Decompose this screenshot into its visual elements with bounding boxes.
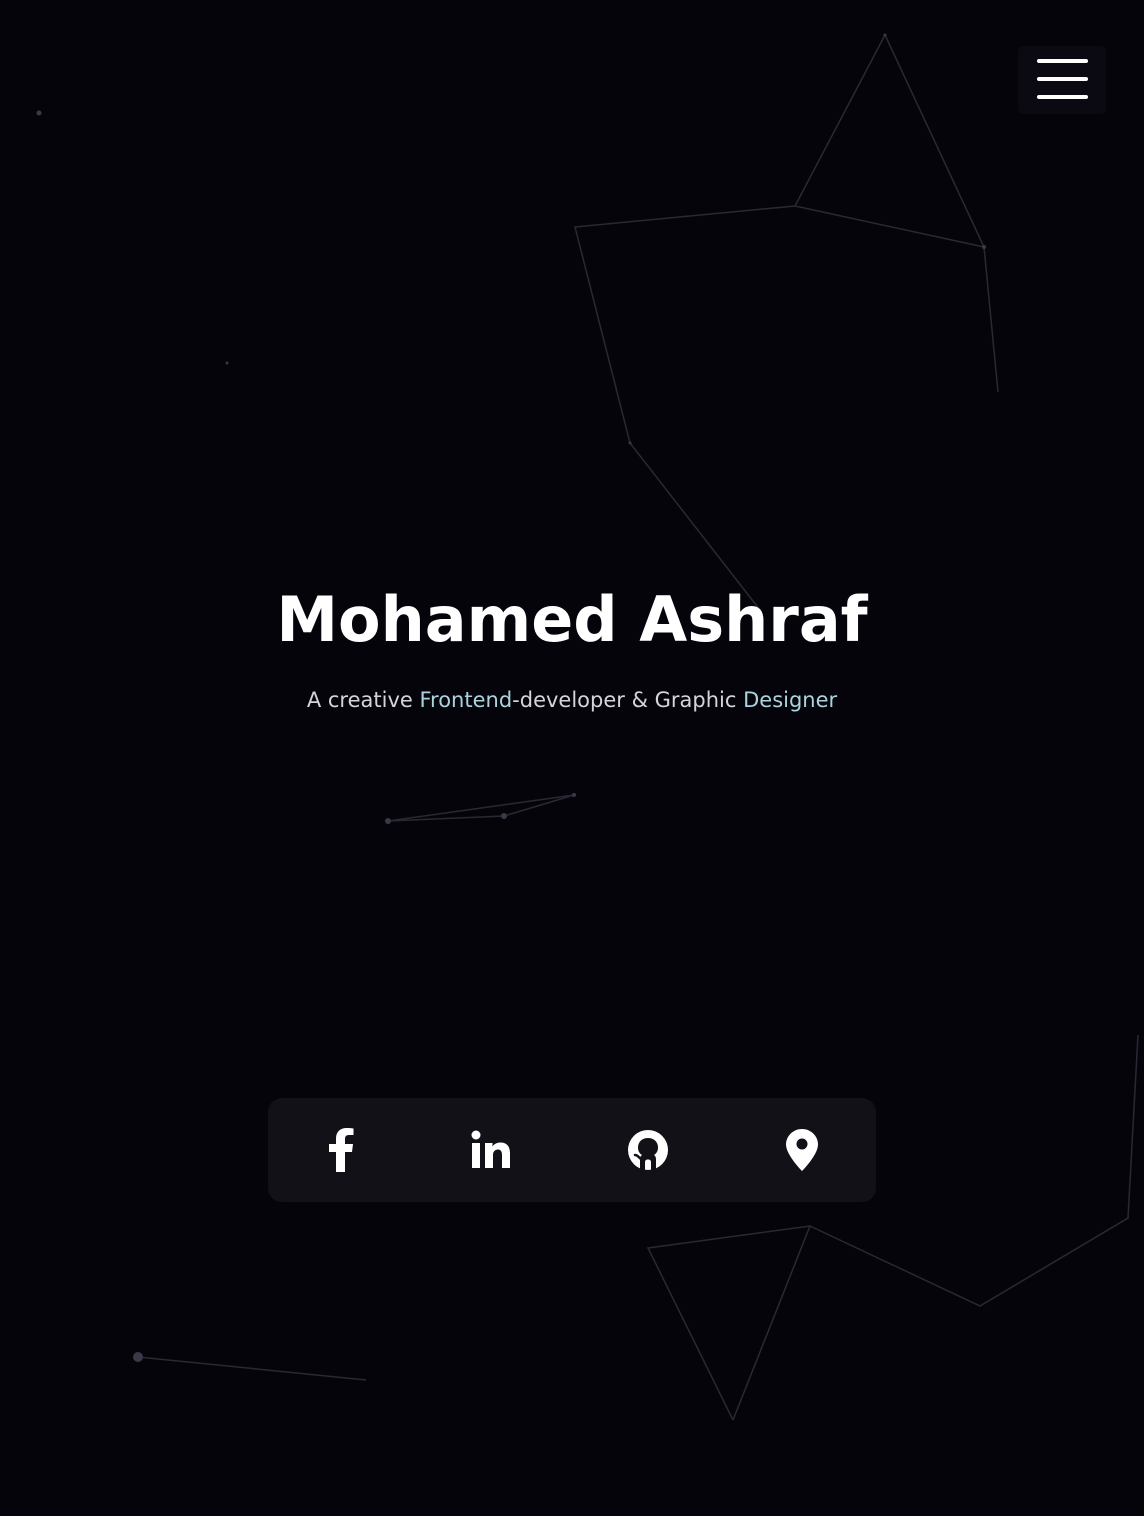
location-link[interactable]: [774, 1122, 830, 1178]
particle-network-background: [36, 33, 1139, 1421]
hero-section: Mohamed Ashraf A creative Frontend-devel…: [0, 580, 1144, 712]
linkedin-link[interactable]: [463, 1122, 519, 1178]
subtitle-prefix: A creative: [306, 688, 420, 712]
hamburger-menu-icon: [1037, 95, 1088, 99]
menu-button[interactable]: [1018, 46, 1106, 114]
facebook-icon: [329, 1128, 354, 1172]
subtitle-accent-designer: Designer: [743, 688, 838, 712]
location-pin-icon: [786, 1129, 818, 1171]
hero-subtitle: A creative Frontend-developer & Graphic …: [0, 688, 1144, 712]
hamburger-menu-icon: [1037, 59, 1088, 63]
subtitle-middle: -developer & Graphic: [512, 688, 744, 712]
github-link[interactable]: [620, 1122, 676, 1178]
social-links-bar: [268, 1098, 876, 1202]
facebook-link[interactable]: [313, 1122, 369, 1178]
subtitle-accent-frontend: Frontend: [419, 688, 513, 712]
linkedin-icon: [471, 1130, 510, 1168]
hamburger-menu-icon: [1037, 77, 1088, 81]
hero-name: Mohamed Ashraf: [276, 583, 868, 656]
github-icon: [628, 1130, 668, 1170]
